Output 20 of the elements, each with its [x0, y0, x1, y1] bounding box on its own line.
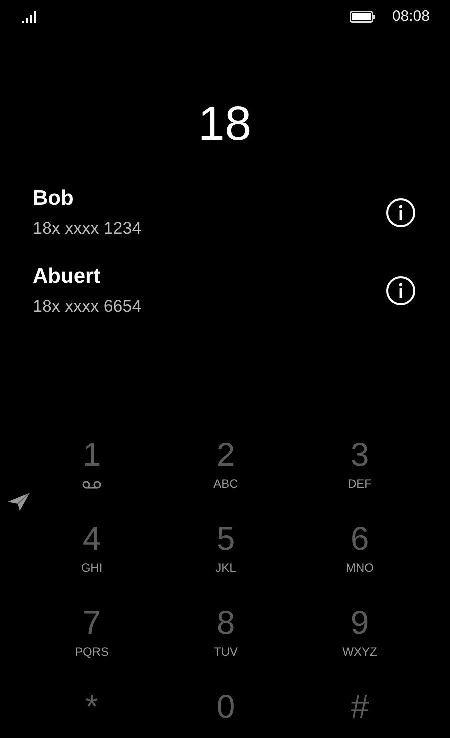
contact-number: 18x xxxx 6654	[33, 297, 142, 317]
info-icon[interactable]	[386, 198, 416, 228]
contact-number: 18x xxxx 1234	[33, 219, 142, 239]
battery-icon	[350, 10, 376, 22]
dial-key[interactable]: 6 MNO	[293, 519, 427, 593]
dialed-number: 18	[198, 97, 252, 153]
clock-time: 08:08	[392, 8, 430, 25]
paper-plane-icon[interactable]	[8, 493, 30, 511]
dial-key[interactable]: 2 ABC	[159, 435, 293, 509]
dial-key[interactable]: 3 DEF	[293, 435, 427, 509]
contact-name[interactable]: Bob	[33, 187, 142, 211]
dial-key[interactable]: 9 WXYZ	[293, 603, 427, 677]
info-icon[interactable]	[386, 276, 416, 306]
dial-key[interactable]: 5 JKL	[159, 519, 293, 593]
voicemail-icon	[82, 481, 102, 489]
dial-key[interactable]: 7 PQRS	[25, 603, 159, 677]
dial-key[interactable]: 8 TUV	[159, 603, 293, 677]
signal-icon	[22, 10, 38, 22]
contact-name[interactable]: Abuert	[33, 265, 142, 289]
dial-key[interactable]: 4 GHI	[25, 519, 159, 593]
